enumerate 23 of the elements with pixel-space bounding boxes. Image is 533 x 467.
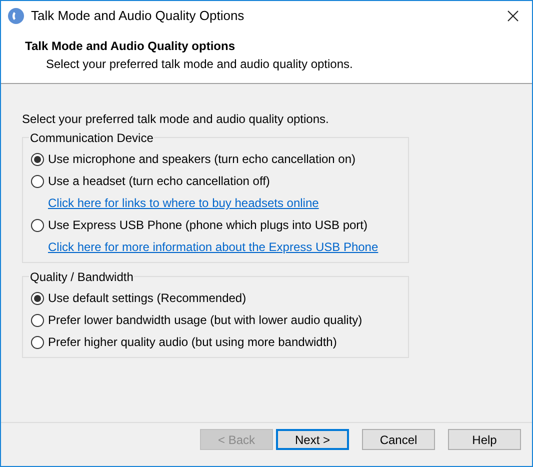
- dialog-button[interactable]: Help: [448, 429, 521, 450]
- header-subtitle: Select your preferred talk mode and audio quality options.: [45, 56, 354, 73]
- radio-button[interactable]: [31, 218, 44, 232]
- radio-button[interactable]: [31, 152, 44, 166]
- header-title: Talk Mode and Audio Quality options: [25, 38, 236, 55]
- option-label: Use Express USB Phone (phone which plugs into USB port): [48, 217, 368, 234]
- option-label: Prefer lower bandwidth usage (but with lower audio quality): [48, 312, 362, 329]
- dialog-button[interactable]: Next >: [276, 429, 349, 450]
- intro-text: Select your preferred talk mode and audio quality options.: [22, 111, 330, 128]
- link[interactable]: Click here for more information about the Express USB Phone: [48, 238, 378, 256]
- option-label: Use default settings (Recommended): [48, 290, 246, 307]
- dialog-button[interactable]: Cancel: [362, 429, 435, 450]
- window-title: Talk Mode and Audio Quality Options: [31, 6, 246, 25]
- phone-icon: [8, 8, 24, 24]
- radio-button[interactable]: [31, 314, 44, 326]
- option-label: Prefer higher quality audio (but using more bandwidth): [48, 334, 337, 351]
- option-label: Use a headset (turn echo cancellation off): [48, 173, 270, 190]
- link[interactable]: Click here for links to where to buy headsets online: [48, 194, 319, 212]
- radio-button[interactable]: [31, 292, 44, 304]
- option-label: Use microphone and speakers (turn echo cancellation on): [48, 151, 356, 168]
- radio-button[interactable]: [31, 336, 44, 348]
- radio-button[interactable]: [31, 174, 44, 188]
- close-icon[interactable]: [507, 10, 519, 22]
